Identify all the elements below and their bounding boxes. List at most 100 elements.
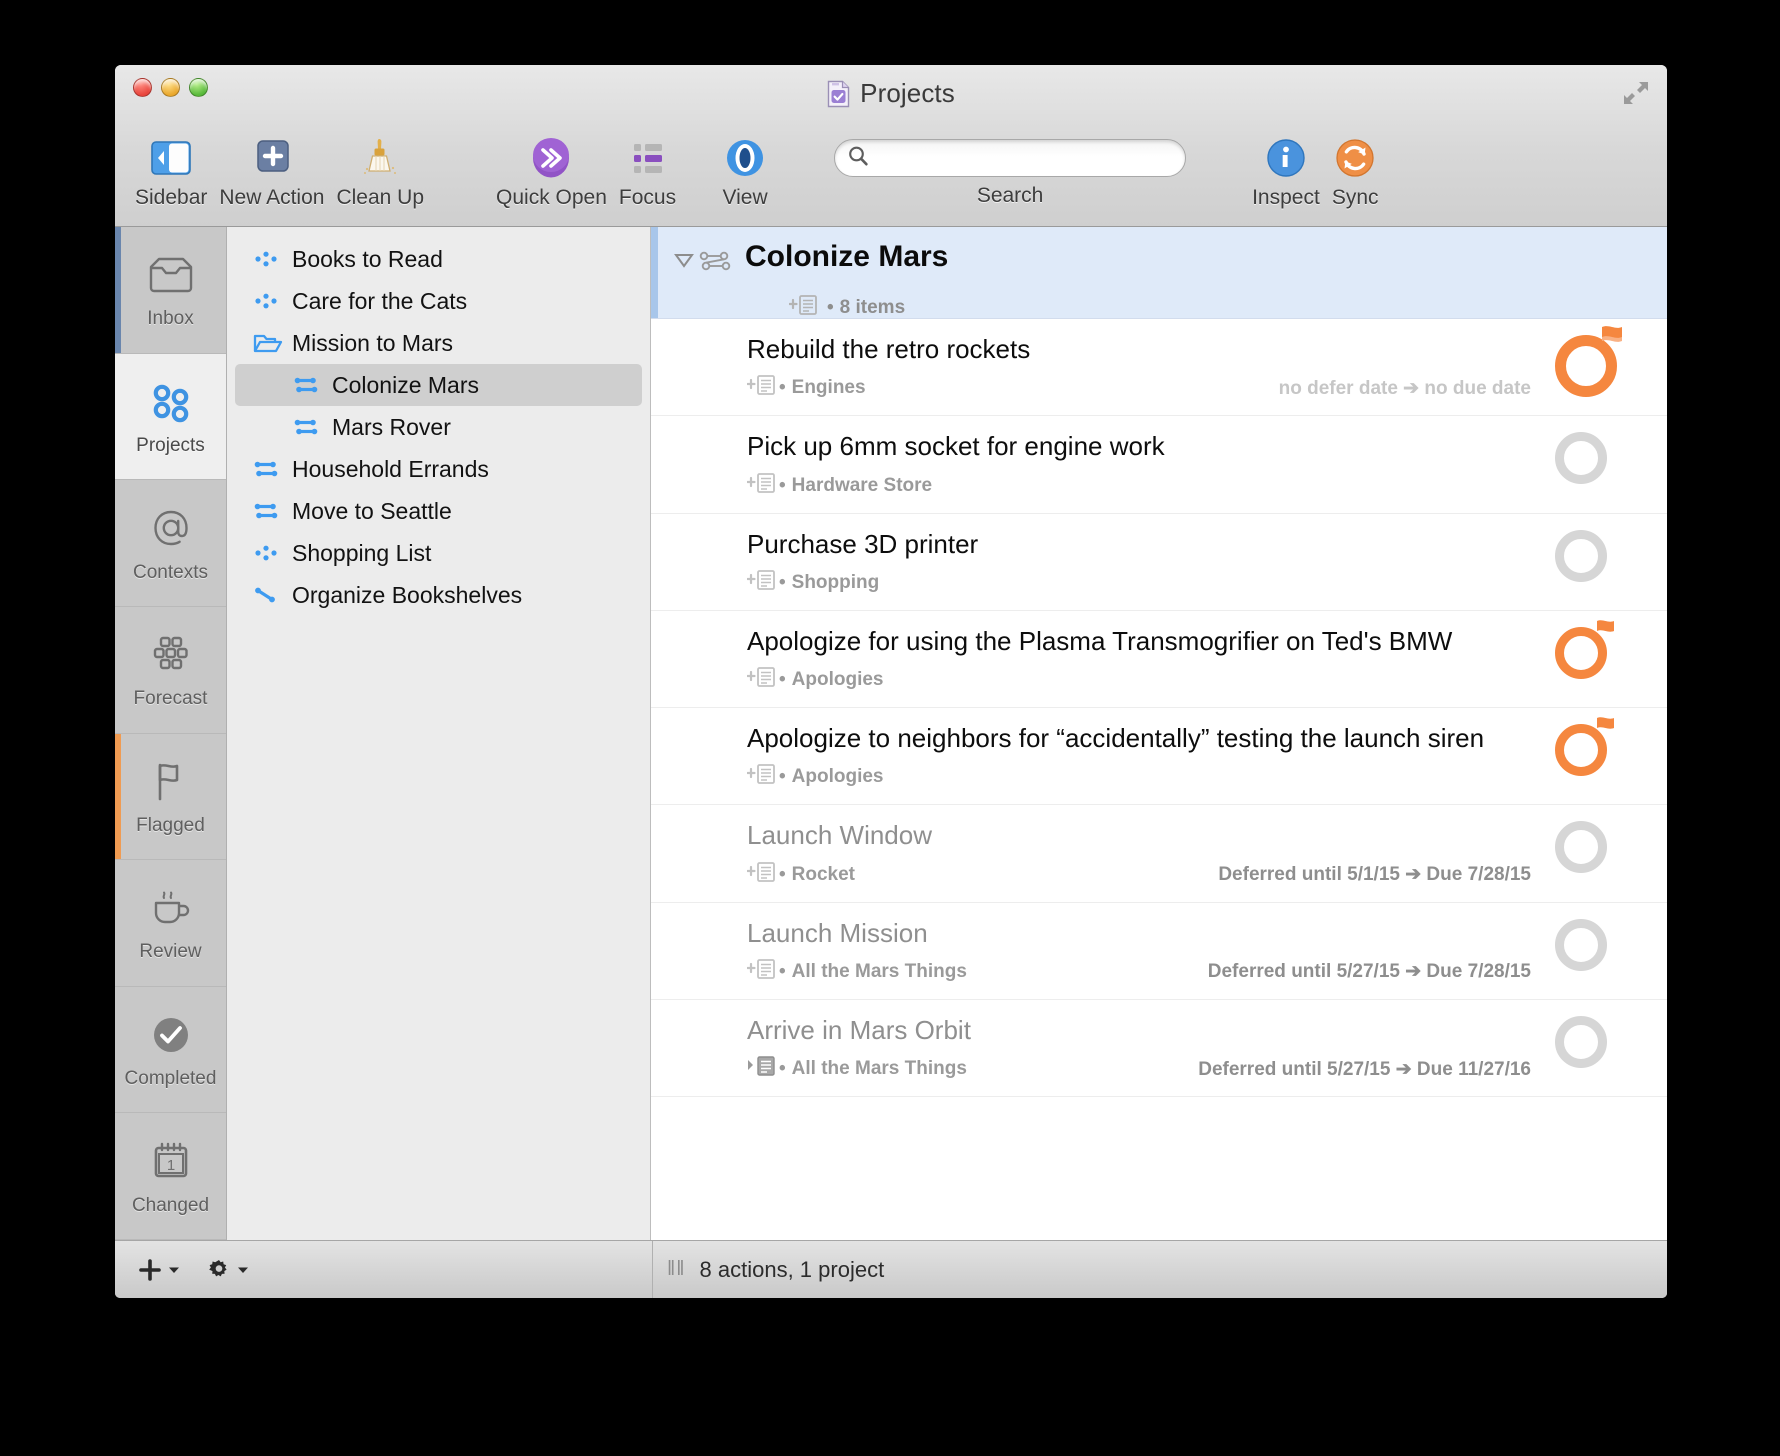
resize-grip[interactable]: ‖‖ (667, 1258, 686, 1281)
complete-checkbox[interactable] (1555, 1015, 1607, 1068)
task-title[interactable]: Apologize to neighbors for “accidentally… (747, 722, 1545, 755)
toolbar-quick-open-button[interactable]: Quick Open (490, 134, 613, 210)
window-titlebar: Projects Sidebar New Action Clean Up Qui… (115, 65, 1667, 227)
task-status-circle[interactable] (1555, 620, 1667, 679)
table-row[interactable]: Purchase 3D printer • Shopping (651, 514, 1667, 611)
table-row[interactable]: Launch Mission • All the Mars Things Def… (651, 903, 1667, 1000)
add-note-icon[interactable] (746, 861, 779, 889)
project-label: Organize Bookshelves (292, 581, 523, 608)
complete-checkbox[interactable] (1555, 821, 1607, 874)
project-row-books-to-read[interactable]: Books to Read (235, 238, 642, 280)
sidebar-item-forecast[interactable]: Forecast (115, 607, 226, 734)
table-row[interactable]: Arrive in Mars Orbit • All the Mars Thin… (651, 1000, 1667, 1098)
task-status-circle[interactable] (1555, 430, 1667, 485)
fullscreen-icon[interactable] (1623, 81, 1649, 105)
task-title[interactable]: Launch Window (747, 819, 1545, 852)
task-list[interactable]: Colonize Mars • 8 items Rebuild the retr… (651, 227, 1667, 1240)
task-title[interactable]: Apologize for using the Plasma Transmogr… (747, 625, 1545, 658)
complete-checkbox[interactable] (1555, 529, 1607, 582)
add-note-icon[interactable] (746, 374, 779, 402)
table-row[interactable]: Launch Window • Rocket Deferred until 5/… (651, 805, 1667, 903)
project-group-header[interactable]: Colonize Mars • 8 items (651, 227, 1667, 319)
add-note-icon[interactable] (746, 569, 779, 597)
meta-separator: • (779, 377, 786, 399)
sidebar-item-completed[interactable]: Completed (115, 987, 226, 1114)
task-status-circle[interactable] (1555, 326, 1667, 397)
project-row-mission-to-mars[interactable]: Mission to Mars (235, 322, 642, 364)
info-circle-icon (1263, 134, 1309, 182)
search-input[interactable] (875, 147, 1174, 169)
task-context[interactable]: Shopping (792, 572, 880, 594)
task-title[interactable]: Launch Mission (747, 917, 1545, 950)
sidebar-item-contexts[interactable]: Contexts (115, 480, 226, 607)
task-title[interactable]: Purchase 3D printer (747, 528, 1545, 561)
projects-sidebar[interactable]: Books to Read Care for the Cats Mission … (227, 227, 651, 1240)
table-row[interactable]: Apologize to neighbors for “accidentally… (651, 708, 1667, 806)
task-context[interactable]: Engines (792, 377, 866, 399)
task-context[interactable]: All the Mars Things (792, 1058, 967, 1080)
project-row-move-to-seattle[interactable]: Move to Seattle (235, 490, 642, 532)
add-button[interactable] (137, 1257, 180, 1283)
table-row[interactable]: Apologize for using the Plasma Transmogr… (651, 611, 1667, 709)
sidebar-item-projects[interactable]: Projects (115, 353, 226, 481)
task-content: Arrive in Mars Orbit • All the Mars Thin… (651, 1014, 1555, 1083)
collapsed-note-icon[interactable] (747, 1055, 779, 1083)
sidebar-item-flagged[interactable]: Flagged (115, 733, 226, 861)
project-row-organize-bookshelves[interactable]: Organize Bookshelves (235, 574, 642, 616)
task-title[interactable]: Pick up 6mm socket for engine work (747, 430, 1545, 463)
add-note-icon[interactable] (746, 763, 779, 791)
flag-icon[interactable] (1595, 716, 1621, 736)
parallel-project-icon (253, 292, 283, 310)
add-note-icon[interactable] (746, 666, 779, 694)
table-row[interactable]: Rebuild the retro rockets • Engines no d… (651, 319, 1667, 417)
sidebar-item-inbox[interactable]: Inbox (115, 227, 226, 354)
task-status-circle[interactable] (1555, 528, 1667, 582)
disclosure-triangle-down-icon[interactable] (673, 241, 699, 275)
task-dates[interactable]: Deferred until 5/27/15 ➔ Due 11/27/16 (1198, 1058, 1545, 1081)
action-gear-button[interactable] (206, 1257, 249, 1283)
calendar-grid-icon (147, 629, 195, 681)
task-status-circle[interactable] (1555, 717, 1667, 777)
task-context[interactable]: Hardware Store (792, 475, 932, 497)
project-row-mars-rover[interactable]: Mars Rover (235, 406, 642, 448)
toolbar-sync-button[interactable]: Sync (1326, 134, 1385, 210)
coffee-cup-icon (146, 882, 196, 934)
sidebar-item-review[interactable]: Review (115, 860, 226, 987)
table-row[interactable]: Pick up 6mm socket for engine work • Har… (651, 416, 1667, 514)
toolbar-focus-button[interactable]: Focus (613, 134, 682, 210)
add-note-icon[interactable] (746, 472, 779, 500)
sidebar-item-changed[interactable]: 1 Changed (115, 1113, 226, 1240)
task-dates[interactable]: no defer date ➔ no due date (1279, 377, 1545, 400)
toolbar-inspect-button[interactable]: Inspect (1246, 134, 1326, 210)
add-note-icon[interactable] (788, 294, 821, 322)
project-row-household-errands[interactable]: Household Errands (235, 448, 642, 490)
flag-icon[interactable] (1595, 619, 1621, 639)
task-status-circle[interactable] (1555, 1014, 1667, 1068)
toolbar-sidebar-button[interactable]: Sidebar (129, 134, 213, 210)
flag-icon[interactable] (1599, 325, 1625, 345)
task-status-circle[interactable] (1555, 819, 1667, 874)
task-status-circle[interactable] (1555, 917, 1667, 971)
search-field[interactable] (834, 139, 1187, 177)
task-context[interactable]: Apologies (792, 669, 884, 691)
complete-checkbox[interactable] (1555, 432, 1607, 485)
task-title[interactable]: Rebuild the retro rockets (747, 333, 1545, 366)
task-dates[interactable]: Deferred until 5/27/15 ➔ Due 7/28/15 (1208, 960, 1545, 983)
task-title[interactable]: Arrive in Mars Orbit (747, 1014, 1545, 1047)
toolbar-clean-up-button[interactable]: Clean Up (330, 134, 430, 210)
task-content: Apologize to neighbors for “accidentally… (651, 722, 1555, 791)
task-context[interactable]: Apologies (792, 766, 884, 788)
complete-checkbox[interactable] (1555, 918, 1607, 971)
project-row-shopping-list[interactable]: Shopping List (235, 532, 642, 574)
task-context[interactable]: All the Mars Things (792, 961, 967, 983)
sequential-project-icon (699, 241, 737, 277)
sync-circle-icon (1332, 134, 1378, 182)
toolbar-view-button[interactable]: View (716, 134, 774, 210)
project-row-care-for-the-cats[interactable]: Care for the Cats (235, 280, 642, 322)
task-dates[interactable]: Deferred until 5/1/15 ➔ Due 7/28/15 (1218, 863, 1545, 886)
add-note-icon[interactable] (746, 958, 779, 986)
task-context[interactable]: Rocket (792, 864, 855, 886)
project-row-colonize-mars[interactable]: Colonize Mars (235, 364, 642, 406)
toolbar-new-action-button[interactable]: New Action (213, 134, 330, 210)
perspective-rail: Inbox Projects Contexts Forecast Flagged… (115, 227, 227, 1240)
